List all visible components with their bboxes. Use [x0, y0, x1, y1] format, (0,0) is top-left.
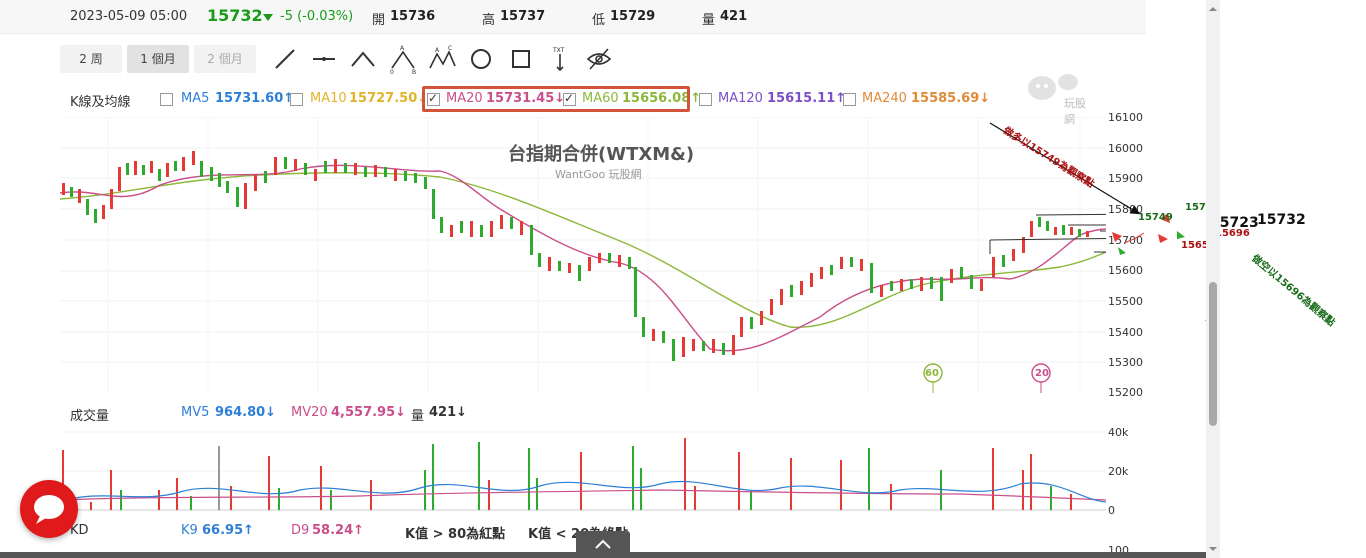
candlesticks — [62, 151, 1089, 361]
last-price: 15732 — [207, 6, 263, 25]
scroll-thumb[interactable] — [1209, 282, 1217, 426]
ma10-value: 15727.50↓ — [349, 91, 429, 106]
volume-section-title: 成交量 — [70, 409, 110, 424]
ma-highlight-box — [422, 86, 690, 112]
mv20-label: MV20 — [291, 405, 328, 420]
kd-note-high: K值 > 80為紅點 — [405, 527, 506, 542]
short-note: 做空以15696為觀察點 — [1249, 253, 1337, 329]
trendline-tool-icon[interactable] — [270, 44, 300, 74]
period-2m-button[interactable]: 2 個月 — [194, 45, 256, 73]
ma-section-title: K線及均線 — [70, 95, 131, 110]
vol-y-tick-label: 0 — [1108, 504, 1115, 517]
horizontal-line-tool-icon[interactable] — [309, 44, 339, 74]
ma120-value: 15615.11↑ — [767, 91, 847, 106]
down-triangle-icon — [263, 14, 273, 21]
svg-text:A: A — [400, 45, 405, 52]
ma10-checkbox[interactable] — [290, 93, 303, 106]
circle-tool-icon[interactable] — [466, 44, 496, 74]
svg-text:B: B — [412, 69, 416, 74]
ma240-value: 15585.69↓ — [911, 91, 991, 106]
ma60-marker-label: 60 — [925, 368, 939, 379]
collapse-panel-button[interactable] — [576, 531, 630, 558]
volume-chart — [60, 431, 1106, 511]
rectangle-tool-icon[interactable] — [506, 44, 536, 74]
scroll-down-icon[interactable] — [1206, 542, 1220, 556]
chevron-up-icon — [595, 539, 611, 549]
k9-value: 66.95↑ — [202, 523, 255, 538]
vol-y-tick-label: 20k — [1108, 465, 1129, 478]
chart-panel: 2023-05-09 05:00 15732 -5 (-0.03%) 開 157… — [0, 0, 1206, 558]
svg-text:0: 0 — [390, 69, 394, 74]
svg-text:TXT: TXT — [552, 47, 565, 54]
ma20-line — [60, 164, 1106, 352]
y-tick-label: 15400 — [1108, 326, 1143, 339]
d9-value: 58.24↑ — [312, 523, 365, 538]
price-change: -5 (-0.03%) — [280, 9, 354, 24]
vol-label: 量 — [411, 409, 425, 424]
ma5-label: MA5 — [181, 91, 210, 106]
hide-drawings-icon[interactable] — [584, 44, 614, 74]
period-1m-button[interactable]: 1 個月 — [127, 45, 189, 73]
wave-pattern-tool-icon[interactable]: AC — [427, 44, 457, 74]
mv5-value: 964.80↓ — [215, 405, 277, 420]
level-15696: 15696 — [1215, 228, 1250, 239]
ma10-label: MA10 — [310, 91, 347, 106]
chart-title: 台指期合併(WTXM&) — [508, 144, 695, 165]
ma240-checkbox[interactable] — [843, 93, 856, 106]
abc-pattern-tool-icon[interactable]: A 0 B — [388, 44, 418, 76]
open-label: 開 — [372, 13, 386, 28]
volume-label: 量 — [702, 13, 716, 28]
open-value: 15736 — [390, 9, 436, 24]
ma60-line — [60, 172, 1106, 328]
vol-value: 421↓ — [429, 405, 468, 420]
high-label: 高 — [482, 13, 496, 28]
low-label: 低 — [592, 13, 606, 28]
ma120-checkbox[interactable] — [699, 93, 712, 106]
svg-text:C: C — [448, 45, 452, 52]
ma240-label: MA240 — [862, 91, 907, 106]
ma5-value: 15731.60↑ — [215, 91, 295, 106]
quote-bar: 2023-05-09 05:00 15732 -5 (-0.03%) 開 157… — [0, 0, 1146, 34]
level-15732: 15732 — [1257, 212, 1306, 228]
mv20-line — [60, 489, 1106, 501]
chat-button[interactable] — [20, 480, 78, 538]
text-tool-icon[interactable]: TXT — [545, 44, 575, 74]
low-value: 15729 — [610, 9, 656, 24]
vol-y-tick-label: 40k — [1108, 426, 1129, 439]
chart-subtitle: WantGoo 玩股網 — [555, 168, 642, 181]
y-tick-label: 15300 — [1108, 356, 1143, 369]
y-tick-label: 15200 — [1108, 386, 1143, 399]
mv20-value: 4,557.95↓ — [331, 405, 407, 420]
ma5-checkbox[interactable] — [160, 93, 173, 106]
wantgoo-logo: 玩股網 — [1022, 70, 1090, 126]
scroll-up-icon[interactable] — [1206, 2, 1220, 16]
level-15749: 15749 — [1138, 212, 1173, 223]
volume-bars — [62, 438, 1072, 510]
period-2w-button[interactable]: 2 周 — [60, 45, 122, 73]
angle-line-tool-icon[interactable] — [348, 44, 378, 74]
mv5-label: MV5 — [181, 405, 210, 420]
chat-bubble-icon — [34, 495, 64, 524]
d9-label: D9 — [291, 523, 310, 538]
ma120-label: MA120 — [718, 91, 763, 106]
page-scrollbar[interactable] — [1206, 0, 1220, 558]
svg-text:A: A — [435, 47, 440, 54]
ma20-marker-label: 20 — [1035, 368, 1049, 379]
volume-value: 421 — [720, 9, 748, 24]
high-value: 15737 — [500, 9, 546, 24]
k9-label: K9 — [181, 523, 198, 538]
quote-datetime: 2023-05-09 05:00 — [70, 9, 188, 24]
